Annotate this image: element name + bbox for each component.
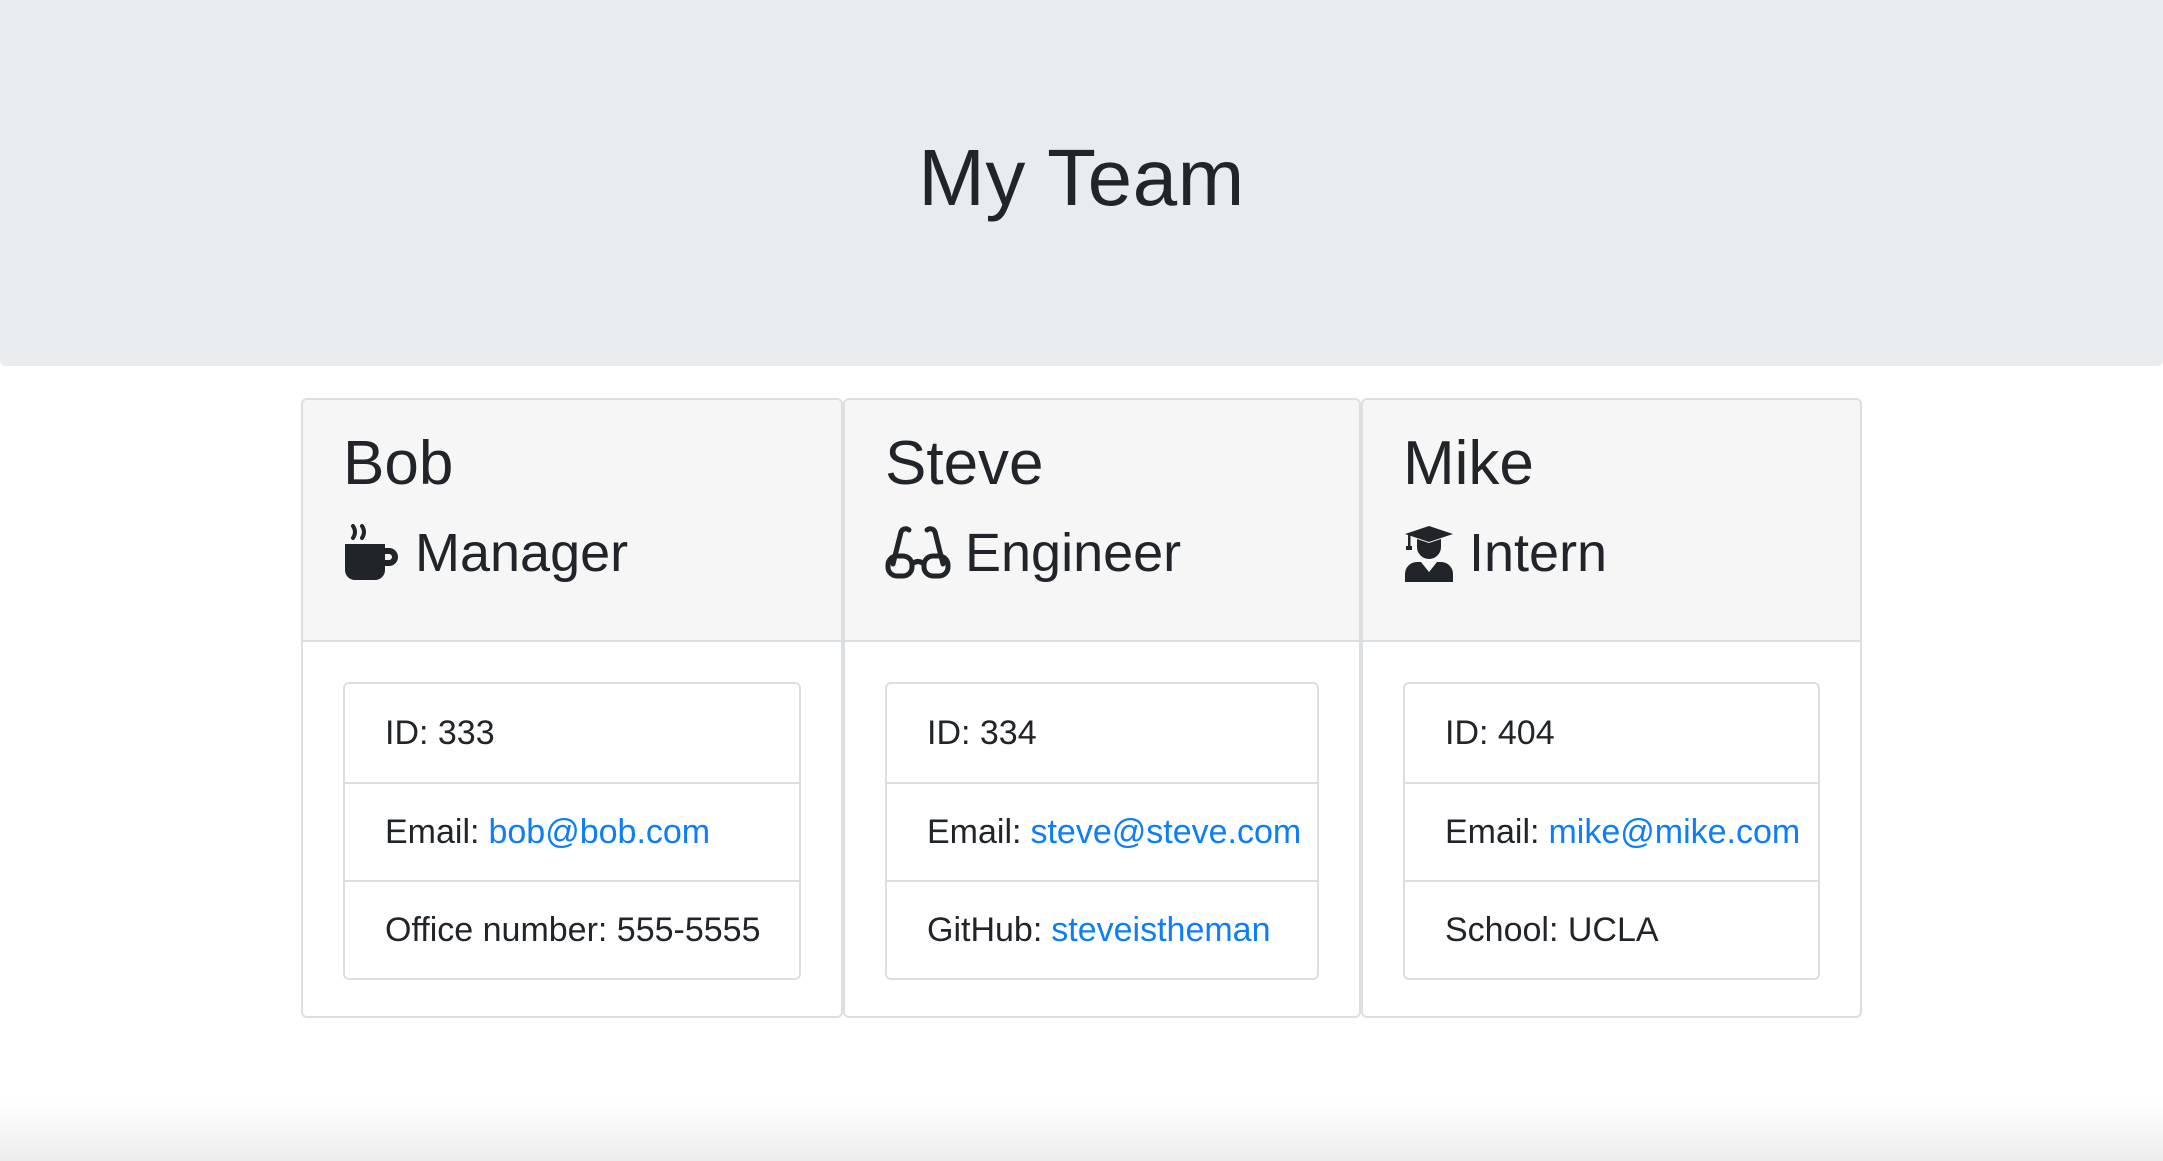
team-cards: Bob Manager ID: 333 Email: bob@bob.com O…	[301, 398, 1862, 1018]
card-body: ID: 404 Email: mike@mike.com School: UCL…	[1363, 642, 1860, 980]
email-link[interactable]: bob@bob.com	[488, 813, 710, 852]
card-body: ID: 333 Email: bob@bob.com Office number…	[303, 642, 841, 980]
bottom-shadow	[0, 1101, 2163, 1161]
list-item-github: GitHub: steveistheman	[887, 880, 1317, 978]
email-label: Email:	[1445, 812, 1540, 851]
card-header: Bob Manager	[303, 400, 841, 642]
employee-card-engineer: Steve Engineer ID: 334 Email: steve@stev…	[843, 398, 1361, 1018]
office-number-text: Office number: 555-5555	[385, 910, 761, 949]
list-item-email: Email: bob@bob.com	[345, 782, 799, 880]
email-label: Email:	[385, 812, 480, 851]
list-item-email: Email: steve@steve.com	[887, 782, 1317, 880]
email-label: Email:	[927, 812, 1022, 851]
employee-role-row: Manager	[343, 522, 841, 584]
coffee-icon	[345, 524, 398, 580]
list-item-id: ID: 404	[1405, 684, 1818, 782]
id-text: ID: 333	[385, 713, 495, 752]
email-link[interactable]: mike@mike.com	[1548, 813, 1800, 852]
employee-name: Steve	[885, 429, 1044, 498]
graduate-icon	[1405, 526, 1453, 582]
employee-role-row: Intern	[1403, 522, 1860, 584]
id-text: ID: 334	[927, 713, 1037, 752]
jumbotron-header: My Team	[0, 0, 2163, 366]
school-text: School: UCLA	[1445, 910, 1659, 949]
card-header: Steve Engineer	[845, 400, 1359, 642]
github-label: GitHub:	[927, 910, 1043, 949]
employee-role-row: Engineer	[885, 522, 1359, 584]
employee-card-intern: Mike Intern ID: 404 Email: mike@mike.com…	[1361, 398, 1862, 1018]
email-link[interactable]: steve@steve.com	[1030, 813, 1301, 852]
list-item-id: ID: 333	[345, 684, 799, 782]
employee-role: Intern	[1469, 523, 1608, 583]
info-list: ID: 334 Email: steve@steve.com GitHub: s…	[885, 682, 1319, 980]
employee-name: Mike	[1403, 429, 1534, 498]
github-link[interactable]: steveistheman	[1051, 911, 1270, 950]
employee-card-manager: Bob Manager ID: 333 Email: bob@bob.com O…	[301, 398, 843, 1018]
employee-role: Manager	[415, 523, 629, 583]
id-text: ID: 404	[1445, 713, 1555, 752]
glasses-icon	[885, 526, 951, 579]
info-list: ID: 333 Email: bob@bob.com Office number…	[343, 682, 801, 980]
card-body: ID: 334 Email: steve@steve.com GitHub: s…	[845, 642, 1359, 980]
list-item-office-number: Office number: 555-5555	[345, 880, 799, 978]
list-item-email: Email: mike@mike.com	[1405, 782, 1818, 880]
list-item-school: School: UCLA	[1405, 880, 1818, 978]
employee-role: Engineer	[965, 523, 1182, 583]
employee-name: Bob	[343, 429, 454, 498]
page-title: My Team	[918, 133, 1245, 222]
page: My Team Bob Manager ID: 333 Email: bob@b…	[0, 0, 2163, 1161]
list-item-id: ID: 334	[887, 684, 1317, 782]
card-header: Mike Intern	[1363, 400, 1860, 642]
info-list: ID: 404 Email: mike@mike.com School: UCL…	[1403, 682, 1820, 980]
